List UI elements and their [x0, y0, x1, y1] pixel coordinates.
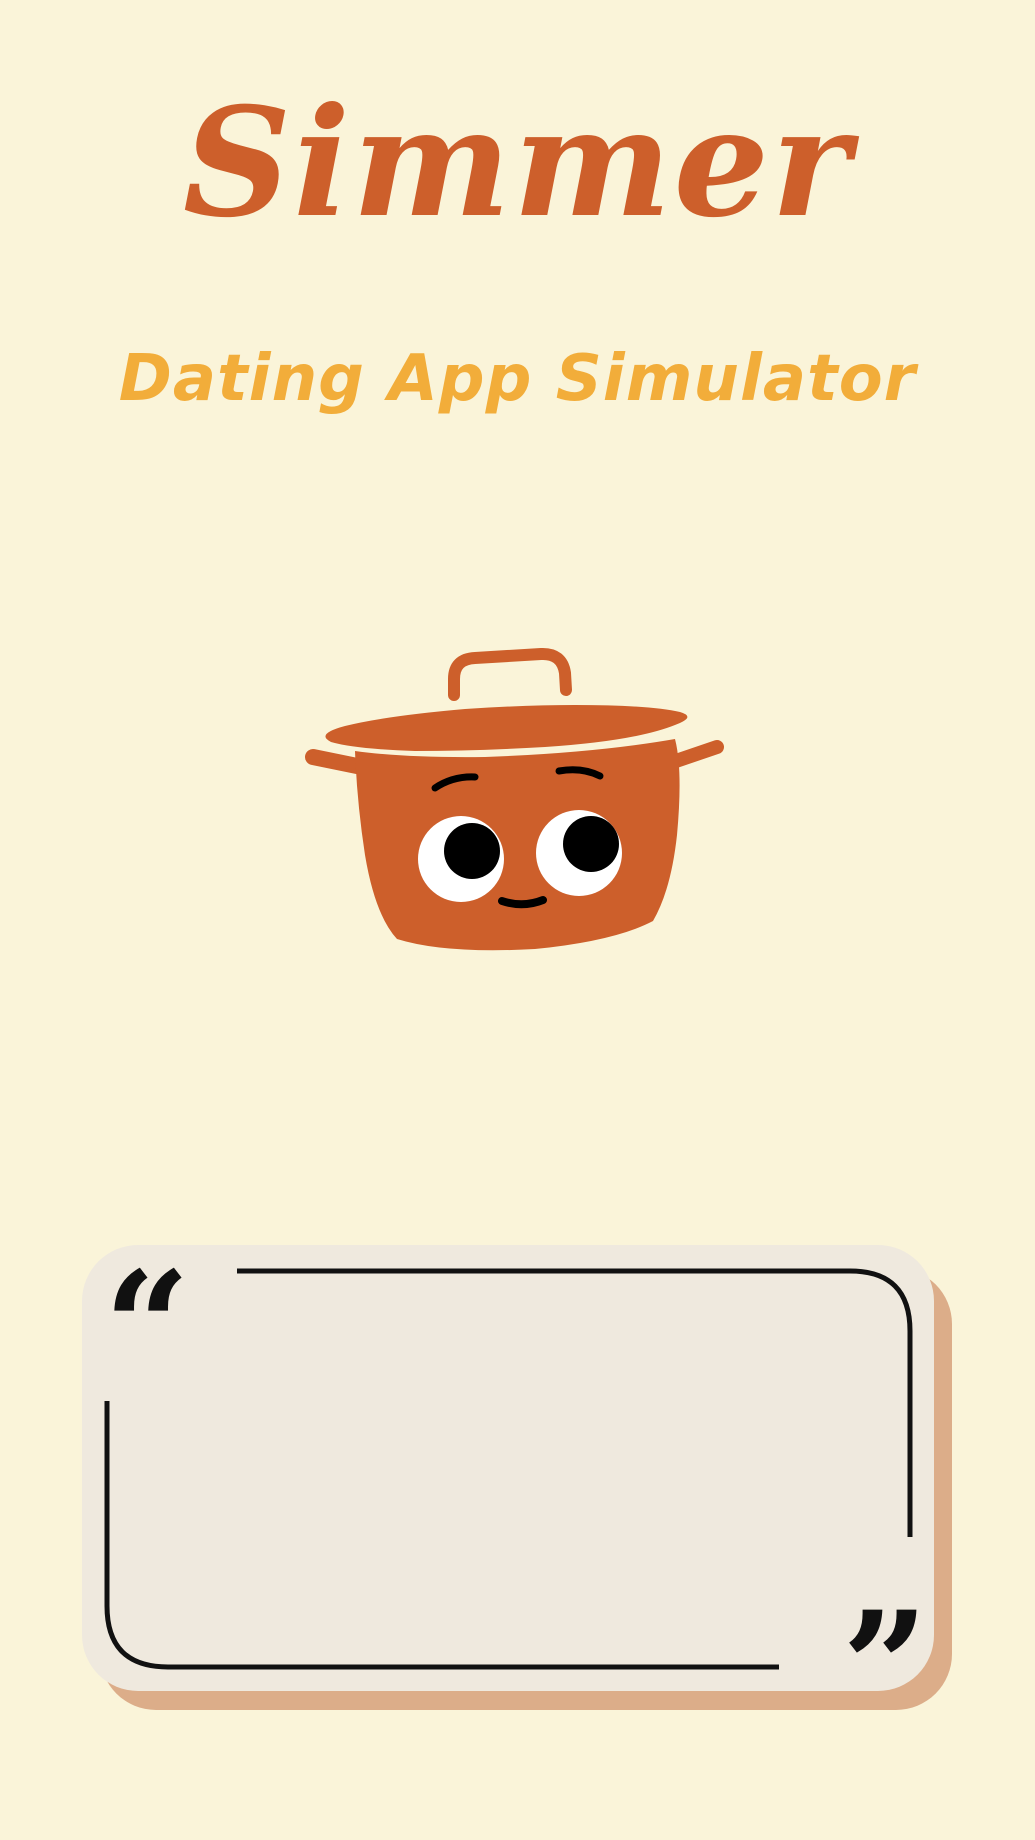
- pot-right-handle: [666, 740, 724, 769]
- left-eye-pupil: [444, 823, 500, 879]
- app-subtitle: Dating App Simulator: [118, 342, 917, 416]
- app-title: Simmer: [182, 75, 853, 251]
- pot-lid-handle: [448, 647, 572, 701]
- cooking-pot-mascot-icon: [305, 647, 724, 951]
- pot-left-handle: [305, 749, 365, 774]
- pot-lid: [325, 705, 688, 751]
- pot-body: [355, 739, 680, 951]
- right-eye-pupil: [563, 816, 619, 872]
- quote-text: [140, 1330, 880, 1620]
- pot-mouth: [498, 896, 547, 909]
